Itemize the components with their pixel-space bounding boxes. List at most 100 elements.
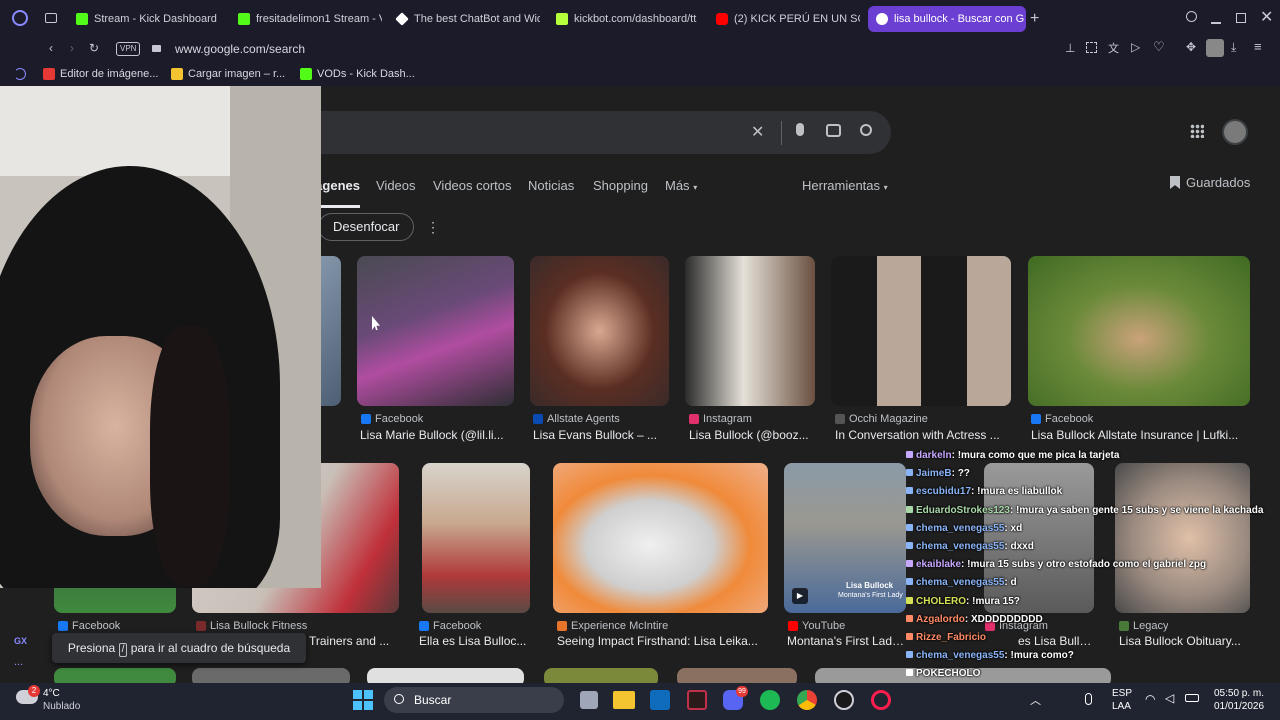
windows-start-icon[interactable]	[353, 690, 373, 710]
url-text[interactable]: www.google.com/search	[175, 42, 305, 56]
obs-icon[interactable]	[834, 690, 854, 710]
result-image[interactable]	[422, 463, 530, 613]
result-title[interactable]: Seeing Impact Firsthand: Lisa Leika...	[557, 634, 767, 648]
profile-avatar[interactable]	[1206, 39, 1224, 57]
language-esp[interactable]: ESP	[1112, 688, 1132, 699]
microphone-icon[interactable]	[796, 123, 804, 136]
result-title[interactable]: Ella es Lisa Bulloc...	[419, 634, 531, 648]
tab-short-videos[interactable]: Videos cortos	[433, 178, 512, 193]
clock-time[interactable]: 05:50 p. m.	[1214, 688, 1264, 699]
minimize-icon[interactable]	[1211, 22, 1221, 24]
result-video-thumbnail[interactable]: Lisa Bullock Montana's First Lady ▶	[784, 463, 906, 613]
show-hidden-icons[interactable]: ︿	[1030, 692, 1041, 708]
weather-temp[interactable]: 4°C	[43, 688, 60, 699]
play-icon[interactable]: ▶	[792, 588, 808, 604]
back-icon[interactable]: ‹	[44, 41, 58, 55]
forward-icon[interactable]: ›	[65, 41, 79, 55]
result-image[interactable]	[685, 256, 815, 406]
chat-username[interactable]: CHOLERO	[916, 596, 966, 607]
tab-kick-dashboard[interactable]: Stream - Kick Dashboard	[68, 6, 228, 32]
tab-google-search[interactable]: lisa bullock - Buscar con G	[868, 6, 1026, 32]
sidebar-toggle-icon[interactable]	[14, 68, 26, 80]
bookmark-upload-image[interactable]: Cargar imagen – r...	[171, 68, 285, 80]
chat-username[interactable]: darkeln	[916, 450, 952, 461]
result-image[interactable]	[530, 256, 669, 406]
maximize-icon[interactable]	[1236, 13, 1246, 23]
file-explorer-icon[interactable]	[613, 691, 635, 709]
tab-more[interactable]: Más ▾	[665, 178, 697, 193]
download-icon[interactable]: ⤓	[1231, 40, 1236, 55]
chat-username[interactable]: chema_venegas55	[916, 577, 1004, 588]
search-tabs-icon[interactable]	[1186, 11, 1197, 22]
bookmark-vods-kick[interactable]: VODs - Kick Dash...	[300, 68, 415, 80]
result-title[interactable]: Montana's First Lady Lisa Bul...	[787, 634, 907, 648]
menu-icon[interactable]: ≡	[1254, 39, 1262, 54]
result-image[interactable]	[357, 256, 514, 406]
result-title[interactable]: Lisa Marie Bullock (@lil.li...	[360, 428, 510, 442]
opera-gx-logo-icon[interactable]	[12, 10, 28, 26]
reload-icon[interactable]: ↻	[87, 41, 101, 55]
tab-shopping[interactable]: Shopping	[593, 178, 648, 193]
tab-fresitadelimon-stream[interactable]: fresitadelimon1 Stream - V	[230, 6, 382, 32]
translate-icon[interactable]: 文	[1108, 40, 1119, 56]
result-image[interactable]	[831, 256, 1011, 406]
result-title[interactable]: Lisa Evans Bullock – ...	[533, 428, 667, 442]
microphone-icon[interactable]	[1085, 693, 1092, 705]
new-tab-plus-icon[interactable]: +	[1030, 10, 1039, 28]
wifi-icon[interactable]: ◠	[1145, 692, 1155, 706]
screenshot-icon[interactable]	[1086, 42, 1097, 53]
vpn-badge[interactable]: VPN	[116, 42, 141, 56]
chat-username[interactable]: POKECHOLO	[916, 668, 980, 679]
chat-username[interactable]: Rizze_Fabricio	[916, 632, 986, 643]
taskbar-search[interactable]: Buscar	[384, 687, 564, 713]
tab-kickbot[interactable]: kickbot.com/dashboard/tt	[548, 6, 700, 32]
spotify-icon[interactable]	[760, 690, 780, 710]
search-input[interactable]: ✕	[280, 111, 891, 154]
clear-search-icon[interactable]: ✕	[751, 122, 764, 142]
volume-icon[interactable]: ◁	[1165, 691, 1174, 705]
account-avatar[interactable]	[1222, 119, 1248, 145]
result-title[interactable]: In Conversation with Actress ...	[835, 428, 1007, 442]
result-title[interactable]: Trainers and ...	[309, 634, 397, 648]
app-red-icon[interactable]	[687, 690, 707, 710]
bookmark-image-editor[interactable]: Editor de imágene...	[43, 68, 158, 80]
lens-camera-icon[interactable]	[826, 124, 841, 137]
tools-button[interactable]: Herramientas ▾	[802, 178, 888, 193]
chat-username[interactable]: ekaiblake	[916, 559, 961, 570]
chat-username[interactable]: chema_venegas55	[916, 523, 1004, 534]
more-options-icon[interactable]: ⋮	[426, 219, 440, 236]
chat-username[interactable]: chema_venegas55	[916, 541, 1004, 552]
search-icon[interactable]	[860, 124, 872, 136]
chrome-icon[interactable]	[797, 690, 817, 710]
result-image[interactable]	[553, 463, 768, 613]
player-icon[interactable]: ▷	[1131, 40, 1140, 54]
chat-username[interactable]: JaimeB	[916, 468, 952, 479]
gx-label[interactable]: GX	[14, 636, 27, 646]
outlook-icon[interactable]	[650, 690, 670, 710]
tab-videos[interactable]: Videos	[376, 178, 416, 193]
pin-icon[interactable]: ⊥	[1065, 41, 1075, 55]
weather-desc[interactable]: Nublado	[43, 701, 80, 712]
result-image[interactable]	[1028, 256, 1250, 406]
result-title[interactable]: Lisa Bullock Allstate Insurance | Lufki.…	[1031, 428, 1247, 442]
clock-date[interactable]: 01/01/2026	[1214, 701, 1264, 712]
chat-username[interactable]: Azgalordo	[916, 614, 965, 625]
more-dots-label[interactable]: ...	[14, 656, 23, 668]
saved-button[interactable]: Guardados	[1170, 175, 1250, 190]
close-window-icon[interactable]: ✕	[1260, 7, 1273, 27]
chat-username[interactable]: escubidu17	[916, 486, 971, 497]
tab-news[interactable]: Noticias	[528, 178, 574, 193]
task-view-icon[interactable]	[580, 691, 598, 709]
chat-username[interactable]: chema_venegas55	[916, 650, 1004, 661]
apps-grid-icon[interactable]	[1190, 124, 1204, 138]
result-title[interactable]: Lisa Bullock (@booz...	[689, 428, 813, 442]
tab-youtube-kick-peru[interactable]: (2) KICK PERÚ EN UN SO	[708, 6, 860, 32]
battery-icon[interactable]	[1185, 694, 1199, 702]
chat-username[interactable]: EduardoStrokes123	[916, 505, 1010, 516]
blur-filter-chip[interactable]: Desenfocar	[318, 213, 415, 241]
extensions-icon[interactable]: ✥	[1186, 40, 1196, 54]
heart-icon[interactable]: ♡	[1153, 39, 1165, 55]
language-laa[interactable]: LAA	[1112, 701, 1131, 712]
tab-chatbot[interactable]: The best ChatBot and Wid	[388, 6, 540, 32]
tab-manager-icon[interactable]	[45, 13, 57, 23]
